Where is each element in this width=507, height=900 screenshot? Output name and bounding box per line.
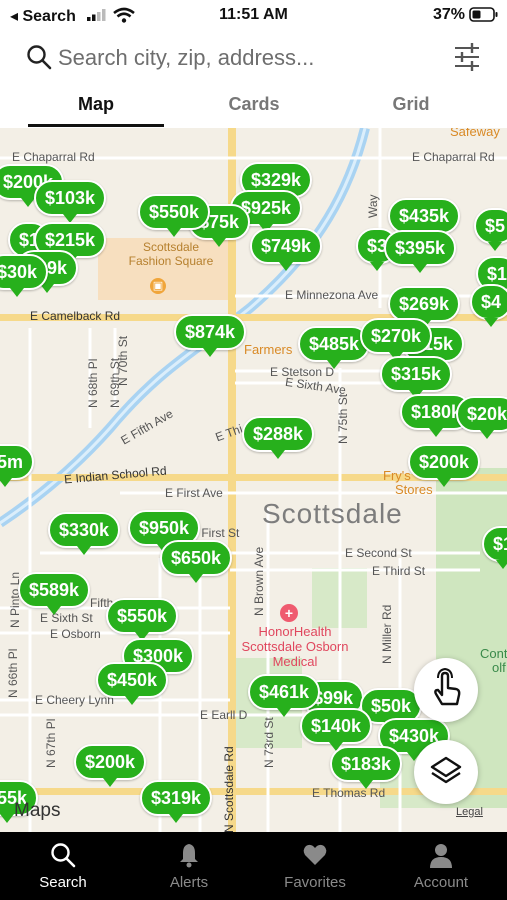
price-pin[interactable]: $461k xyxy=(248,674,321,717)
price-pin[interactable]: $319k xyxy=(140,780,213,823)
price-pin[interactable]: $103k xyxy=(34,180,107,223)
street-label: E Second St xyxy=(345,546,412,560)
street-label: N 75th St xyxy=(336,393,350,444)
search-input[interactable] xyxy=(58,40,418,76)
price-pin[interactable]: $435k xyxy=(388,198,461,241)
battery-percent: 37% xyxy=(432,6,465,23)
price-pin[interactable]: $395k xyxy=(384,230,457,273)
search-icon xyxy=(27,45,52,70)
poi-stores[interactable]: Stores xyxy=(395,482,433,497)
price-pin[interactable]: $140k xyxy=(300,708,373,751)
draw-search-button[interactable] xyxy=(414,658,478,722)
status-bar: ◂ Search 11:51 AM 37% xyxy=(0,0,507,30)
nav-label: Alerts xyxy=(169,874,209,891)
legal-link[interactable]: Legal xyxy=(456,806,483,818)
street-label: N 73rd St xyxy=(262,717,276,768)
search-icon xyxy=(51,843,76,868)
price-pin[interactable]: $20k xyxy=(456,396,507,439)
nav-search[interactable]: Search xyxy=(0,832,126,900)
street-label: E Osborn xyxy=(50,627,101,641)
price-pin[interactable]: $650k xyxy=(160,540,233,583)
filter-sliders-icon[interactable] xyxy=(453,42,481,72)
street-label: N 67th Pl xyxy=(44,718,58,768)
poi-farmers[interactable]: Farmers xyxy=(244,342,292,357)
poi-safeway[interactable]: Safeway xyxy=(450,128,500,139)
search-bar xyxy=(0,32,507,84)
nav-label: Account xyxy=(413,874,469,891)
nav-account[interactable]: Account xyxy=(378,832,504,900)
poi-golf[interactable]: olf Cou xyxy=(492,660,507,675)
shopping-bag-icon: ▣ xyxy=(150,278,166,294)
battery-icon xyxy=(469,7,498,22)
apple-maps-attribution: Maps xyxy=(14,800,60,822)
heart-icon xyxy=(303,844,327,865)
street-label: E Chaparral Rd xyxy=(12,150,95,164)
price-pin[interactable]: $4 xyxy=(470,284,507,327)
street-label: E Minnezona Ave xyxy=(285,288,379,302)
poi-continental[interactable]: Contine xyxy=(480,646,507,661)
price-pin[interactable]: $269k xyxy=(388,286,461,329)
street-label: E First Ave xyxy=(165,486,223,500)
street-label: N 70th St xyxy=(116,335,130,386)
nav-label: Search xyxy=(39,874,87,891)
price-pin[interactable]: $315k xyxy=(380,356,453,399)
person-icon xyxy=(430,844,452,868)
price-pin[interactable]: $550k xyxy=(138,194,211,237)
poi-frys[interactable]: Fry's xyxy=(383,468,411,483)
poi-honorhealth[interactable]: HonorHealth Scottsdale Osborn Medical xyxy=(240,624,350,669)
street-label: E Chaparral Rd xyxy=(412,150,495,164)
maps-attribution-label: Maps xyxy=(14,800,61,821)
price-pin[interactable]: $450k xyxy=(96,662,169,705)
street-label: N Brown Ave xyxy=(252,546,266,616)
clock: 11:51 AM xyxy=(219,6,288,23)
price-pin[interactable]: $874k xyxy=(174,314,247,357)
hospital-icon: + xyxy=(280,604,298,622)
price-pin[interactable]: $749k xyxy=(250,228,323,271)
price-pin[interactable]: $183k xyxy=(330,746,403,789)
bell-icon xyxy=(180,844,198,868)
street-label: Way xyxy=(366,194,380,218)
map-view[interactable]: E Chaparral Rd E Chaparral Rd E Minnezon… xyxy=(0,128,507,832)
price-pin[interactable]: $30k xyxy=(0,254,49,297)
price-pin[interactable]: $589k xyxy=(18,572,91,615)
price-pin[interactable]: $485k xyxy=(298,326,371,369)
layers-icon xyxy=(430,756,462,784)
active-tab-indicator xyxy=(28,124,164,127)
nav-favorites[interactable]: Favorites xyxy=(252,832,378,900)
price-pin[interactable]: $200k xyxy=(408,444,481,487)
street-label: E Third St xyxy=(372,564,426,578)
street-label: N 68th Pl xyxy=(86,358,100,408)
street-label: N Miller Rd xyxy=(380,604,394,664)
hand-pointer-icon xyxy=(434,667,461,706)
price-pin[interactable]: $288k xyxy=(242,416,315,459)
tab-grid[interactable]: Grid xyxy=(343,94,479,115)
price-pin[interactable]: $330k xyxy=(48,512,121,555)
street-label: E Camelback Rd xyxy=(30,309,121,323)
street-label: E Thomas Rd xyxy=(312,786,386,800)
view-tabs: Map Cards Grid xyxy=(0,86,507,129)
nav-alerts[interactable]: Alerts xyxy=(126,832,252,900)
map-layers-button[interactable] xyxy=(414,740,478,804)
price-pin[interactable]: $270k xyxy=(360,318,433,361)
price-pin[interactable]: $200k xyxy=(74,744,147,787)
poi-fashion-square[interactable]: Scottsdale Fashion Square xyxy=(126,240,216,268)
street-label: N Scottsdale Rd xyxy=(222,746,236,832)
street-label: E Cheery Lynn xyxy=(35,693,114,707)
price-pin[interactable]: $5 xyxy=(474,208,507,251)
bottom-nav: Search Alerts Favorites Account xyxy=(0,832,507,900)
street-label: N 66th Pl xyxy=(6,648,20,698)
price-pin[interactable]: $550k xyxy=(106,598,179,641)
street-label: E Earll D xyxy=(200,708,248,722)
tab-map[interactable]: Map xyxy=(28,94,164,115)
nav-label: Favorites xyxy=(284,874,346,891)
city-label: Scottsdale xyxy=(262,498,403,529)
tab-cards[interactable]: Cards xyxy=(186,94,322,115)
